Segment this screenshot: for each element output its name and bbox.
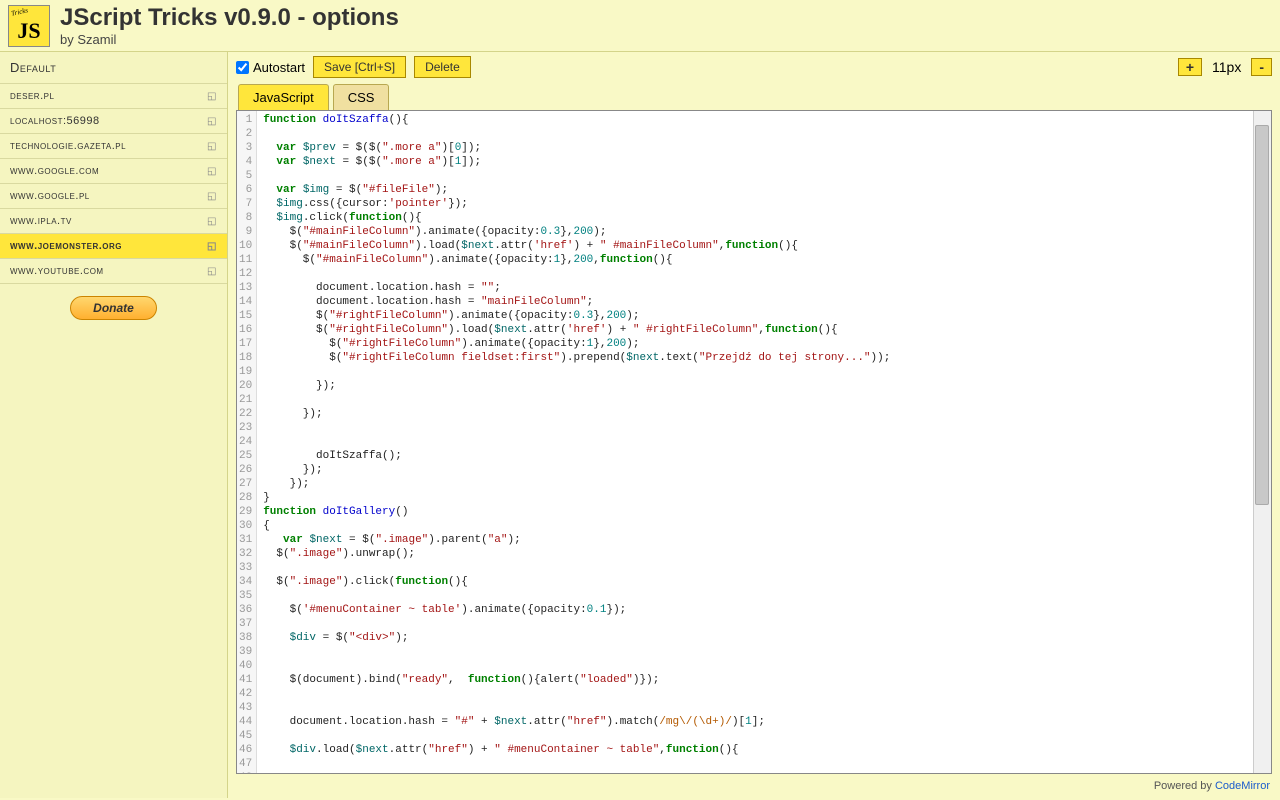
tab-css[interactable]: CSS <box>333 84 390 110</box>
sidebar-item-label: www.google.pl <box>10 190 90 202</box>
external-link-icon[interactable]: ◱ <box>207 266 217 277</box>
external-link-icon[interactable]: ◱ <box>207 191 217 202</box>
external-link-icon[interactable]: ◱ <box>207 91 217 102</box>
sidebar-item-www-google-com[interactable]: www.google.com ◱ <box>0 159 227 184</box>
external-link-icon[interactable]: ◱ <box>207 241 217 252</box>
logo-small-text: Tricks <box>10 6 28 17</box>
sidebar-item-label: www.ipla.tv <box>10 215 72 227</box>
sidebar-item-label: www.google.com <box>10 165 99 177</box>
logo-big-text: JS <box>17 18 40 44</box>
editor-tabs: JavaScript CSS <box>228 84 1280 110</box>
autostart-toggle[interactable]: Autostart <box>236 60 305 75</box>
sidebar-item-localhost-56998[interactable]: localhost:56998 ◱ <box>0 109 227 134</box>
external-link-icon[interactable]: ◱ <box>207 116 217 127</box>
sidebar-item-label: www.youtube.com <box>10 265 104 277</box>
save-button[interactable]: Save [Ctrl+S] <box>313 56 406 78</box>
line-gutter: 1 2 3 4 5 6 7 8 9 10 11 12 13 14 15 16 1… <box>237 111 257 773</box>
font-decrease-button[interactable]: - <box>1251 58 1272 76</box>
main: Defaultdeser.pl◱localhost:56998◱technolo… <box>0 52 1280 798</box>
footer-text: Powered by <box>1154 780 1215 792</box>
toolbar: Autostart Save [Ctrl+S] Delete + 11px - <box>228 52 1280 82</box>
donate-wrap: Donate <box>0 284 227 332</box>
external-link-icon[interactable]: ◱ <box>207 216 217 227</box>
tab-javascript[interactable]: JavaScript <box>238 84 329 110</box>
scrollbar-thumb[interactable] <box>1255 125 1269 505</box>
delete-button[interactable]: Delete <box>414 56 471 78</box>
autostart-checkbox[interactable] <box>236 61 249 74</box>
app-byline: by Szamil <box>60 32 399 47</box>
footer: Powered by CodeMirror <box>228 778 1280 798</box>
sidebar-item-label: www.joemonster.org <box>10 240 122 252</box>
sidebar-item-default[interactable]: Default <box>0 52 227 84</box>
app-title: JScript Tricks v0.9.0 - options <box>60 4 399 32</box>
font-increase-button[interactable]: + <box>1178 58 1202 76</box>
autostart-label: Autostart <box>253 60 305 75</box>
sidebar-item-label: Default <box>10 60 56 75</box>
sidebar-item-www-ipla-tv[interactable]: www.ipla.tv ◱ <box>0 209 227 234</box>
sidebar-item-www-youtube-com[interactable]: www.youtube.com ◱ <box>0 259 227 284</box>
content: Autostart Save [Ctrl+S] Delete + 11px - … <box>228 52 1280 798</box>
header: Tricks JS JScript Tricks v0.9.0 - option… <box>0 0 1280 52</box>
external-link-icon[interactable]: ◱ <box>207 141 217 152</box>
title-block: JScript Tricks v0.9.0 - options by Szami… <box>60 4 399 47</box>
sidebar-item-www-google-pl[interactable]: www.google.pl ◱ <box>0 184 227 209</box>
code-area[interactable]: function doItSzaffa(){ var $prev = $($("… <box>257 111 1271 773</box>
font-size-label: 11px <box>1206 59 1247 75</box>
codemirror-link[interactable]: CodeMirror <box>1215 780 1270 792</box>
code-editor[interactable]: 1 2 3 4 5 6 7 8 9 10 11 12 13 14 15 16 1… <box>236 110 1272 774</box>
sidebar-item-label: deser.pl <box>10 90 54 102</box>
sidebar-item-label: localhost:56998 <box>10 115 100 127</box>
font-controls: + 11px - <box>1178 58 1272 76</box>
sidebar-item-deser-pl[interactable]: deser.pl ◱ <box>0 84 227 109</box>
donate-button[interactable]: Donate <box>70 296 157 320</box>
sidebar-item-www-joemonster-org[interactable]: www.joemonster.org ◱ <box>0 234 227 259</box>
scrollbar[interactable] <box>1253 111 1271 773</box>
sidebar-item-technologie-gazeta-pl[interactable]: technologie.gazeta.pl ◱ <box>0 134 227 159</box>
external-link-icon[interactable]: ◱ <box>207 166 217 177</box>
sidebar-item-label: technologie.gazeta.pl <box>10 140 126 152</box>
sidebar: Defaultdeser.pl◱localhost:56998◱technolo… <box>0 52 228 798</box>
app-logo: Tricks JS <box>8 5 50 47</box>
